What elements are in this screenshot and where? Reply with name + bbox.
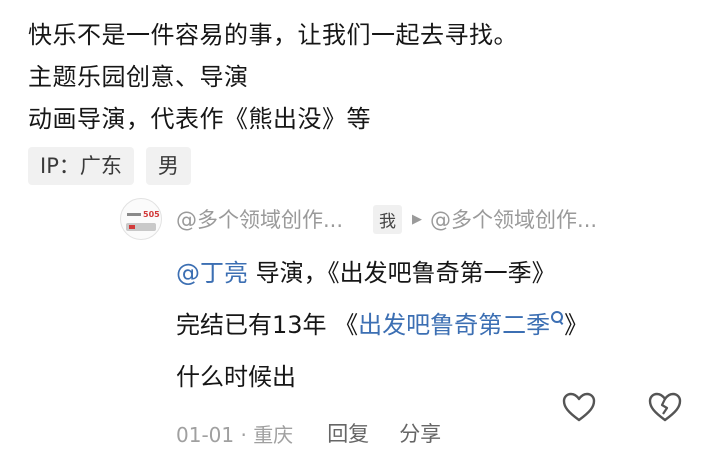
reply-author-name[interactable]: @多个领域创作... — [176, 204, 343, 234]
reply-line: 什么时候出 — [176, 363, 296, 391]
bio-line: 快乐不是一件容易的事，让我们一起去寻找。 — [28, 21, 518, 49]
reply-text: 导演，《出发吧鲁奇第一季》 — [248, 259, 556, 287]
reply-line: @丁亮 导演，《出发吧鲁奇第一季》 — [176, 247, 700, 299]
reply-button[interactable]: 回复 — [327, 418, 369, 448]
ip-location-tag: IP：广东 — [28, 147, 134, 185]
mention-link[interactable]: @丁亮 — [176, 259, 248, 287]
reply-arrow-icon: ▶ — [412, 211, 423, 227]
bio-line: 主题乐园创意、导演 — [28, 63, 249, 91]
reply-text: 》 — [564, 311, 589, 339]
reply-comment: 505 @多个领域创作... 我 ▶ @多个领域创作... @丁亮 导演，《出发… — [120, 197, 700, 453]
reply-text: 完结已有13年 《 — [176, 311, 359, 339]
bio-line: 动画导演，代表作《熊出没》等 — [28, 105, 371, 133]
profile-tags: IP：广东 男 — [28, 147, 191, 185]
reply-content: @丁亮 导演，《出发吧鲁奇第一季》 完结已有13年 《出发吧鲁奇第二季》 什么时… — [176, 247, 700, 403]
profile-bio: 快乐不是一件容易的事，让我们一起去寻找。 主题乐园创意、导演 动画导演，代表作《… — [28, 14, 518, 140]
gender-tag: 男 — [145, 147, 191, 185]
broken-heart-icon[interactable] — [648, 392, 682, 426]
search-icon[interactable] — [550, 311, 564, 329]
reply-header: 505 @多个领域创作... 我 ▶ @多个领域创作... — [120, 197, 700, 241]
avatar[interactable]: 505 — [120, 198, 162, 240]
reply-meta: 01-01 · 重庆 回复 分享 — [176, 413, 700, 453]
reply-target-name[interactable]: @多个领域创作... — [430, 204, 597, 234]
heart-outline-icon[interactable] — [562, 392, 596, 426]
share-button[interactable]: 分享 — [399, 418, 441, 448]
reply-time-location: 01-01 · 重庆 — [176, 422, 294, 447]
reply-line: 完结已有13年 《出发吧鲁奇第二季》 — [176, 299, 700, 351]
me-badge: 我 — [373, 204, 403, 234]
search-link[interactable]: 出发吧鲁奇第二季 — [358, 311, 550, 339]
